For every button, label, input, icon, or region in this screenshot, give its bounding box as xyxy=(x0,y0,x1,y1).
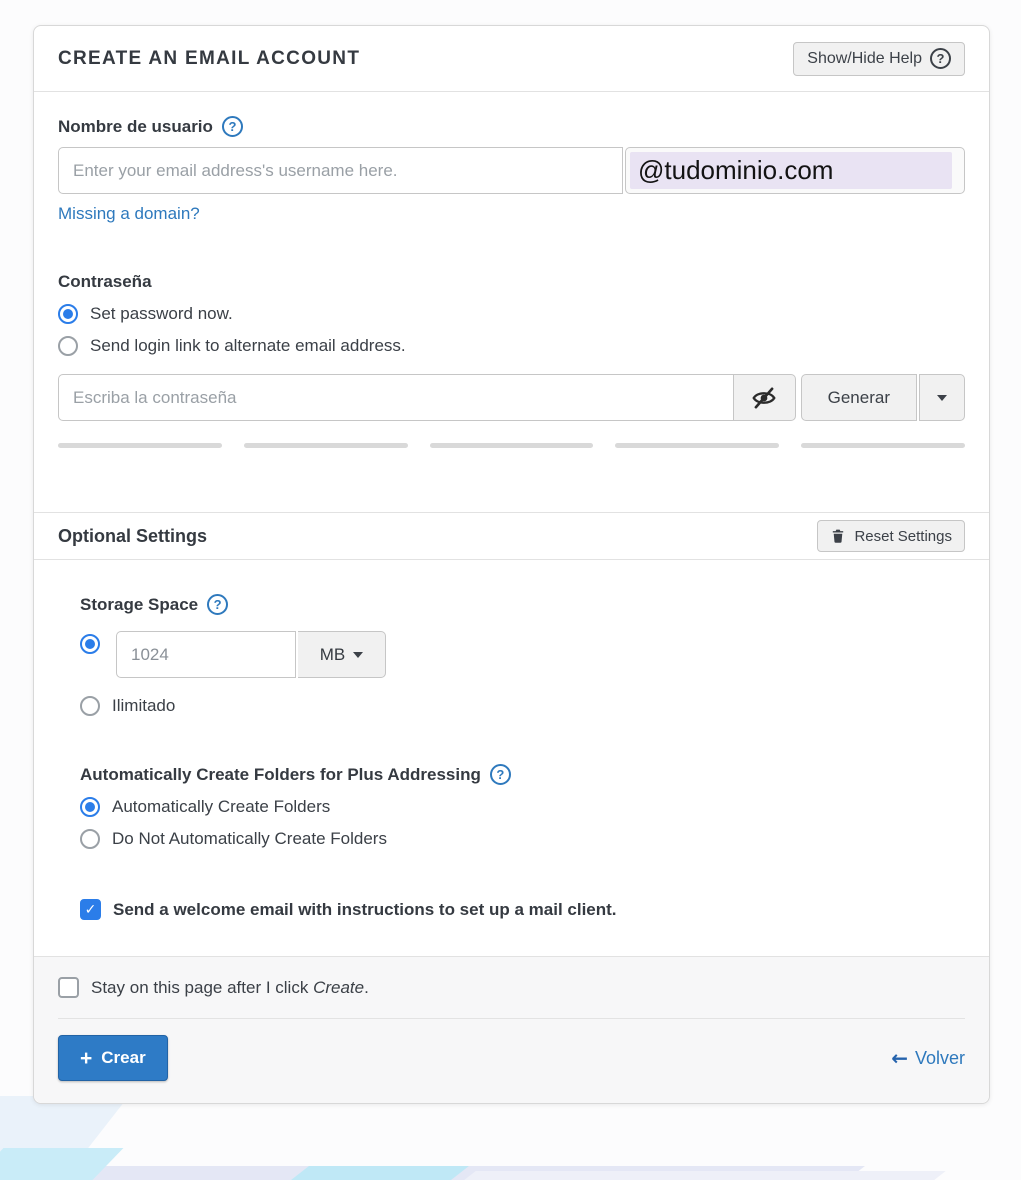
check-icon: ✓ xyxy=(85,903,97,917)
caret-down-icon xyxy=(353,652,363,658)
strength-segment xyxy=(801,443,965,448)
username-label-row: Nombre de usuario ? xyxy=(58,116,965,137)
page-title: CREATE AN EMAIL ACCOUNT xyxy=(58,48,360,70)
eye-slash-icon xyxy=(751,385,777,411)
username-input[interactable] xyxy=(58,147,623,194)
radio-set-password-now[interactable]: Set password now. xyxy=(58,304,965,324)
radio-icon[interactable] xyxy=(80,696,100,716)
back-arrow-icon: ← xyxy=(891,1048,908,1068)
username-label: Nombre de usuario xyxy=(58,117,213,137)
password-input[interactable] xyxy=(58,374,734,421)
generate-password-button[interactable]: Generar xyxy=(801,374,917,421)
help-icon[interactable]: ? xyxy=(207,594,228,615)
create-button[interactable]: + Crear xyxy=(58,1035,168,1081)
toggle-password-visibility-button[interactable] xyxy=(734,374,796,421)
radio-custom-quota[interactable] xyxy=(80,634,100,654)
radio-icon[interactable] xyxy=(80,797,100,817)
welcome-email-label: Send a welcome email with instructions t… xyxy=(113,900,617,920)
card-header: CREATE AN EMAIL ACCOUNT Show/Hide Help ? xyxy=(34,26,989,92)
domain-value: @tudominio.com xyxy=(630,152,952,189)
welcome-email-checkbox[interactable]: ✓ xyxy=(80,899,101,920)
stay-label-emphasis: Create xyxy=(313,978,364,997)
stay-label-suffix: . xyxy=(364,978,369,997)
create-button-label: Crear xyxy=(101,1048,145,1068)
strength-segment xyxy=(244,443,408,448)
plus-addressing-label-row: Automatically Create Folders for Plus Ad… xyxy=(80,764,965,785)
radio-label: Ilimitado xyxy=(112,696,175,716)
question-circle-icon: ? xyxy=(930,48,951,69)
strength-segment xyxy=(615,443,779,448)
trash-icon xyxy=(830,528,846,544)
radio-label: Do Not Automatically Create Folders xyxy=(112,829,387,849)
radio-icon[interactable] xyxy=(58,336,78,356)
password-label: Contraseña xyxy=(58,272,965,292)
storage-label-row: Storage Space ? xyxy=(80,594,965,615)
storage-quota-input[interactable] xyxy=(116,631,296,678)
strength-segment xyxy=(430,443,594,448)
strength-segment xyxy=(58,443,222,448)
stay-on-page-checkbox[interactable] xyxy=(58,977,79,998)
username-row: @tudominio.com xyxy=(58,147,965,194)
radio-icon[interactable] xyxy=(80,829,100,849)
optional-settings-body: Storage Space ? MB Ilimitado Automatical… xyxy=(34,560,989,956)
help-toggle-label: Show/Hide Help xyxy=(807,50,922,68)
generate-options-dropdown-button[interactable] xyxy=(919,374,965,421)
storage-unit-dropdown[interactable]: MB xyxy=(298,631,386,678)
plus-addressing-label: Automatically Create Folders for Plus Ad… xyxy=(80,765,481,785)
radio-send-login-link[interactable]: Send login link to alternate email addre… xyxy=(58,336,965,356)
storage-custom-row: MB xyxy=(80,631,965,678)
domain-select[interactable]: @tudominio.com xyxy=(625,147,965,194)
stay-label-prefix: Stay on this page after I click xyxy=(91,978,313,997)
radio-no-auto-create-folders[interactable]: Do Not Automatically Create Folders xyxy=(80,829,965,849)
radio-label: Send login link to alternate email addre… xyxy=(90,336,406,356)
account-section: Nombre de usuario ? @tudominio.com Missi… xyxy=(34,92,989,512)
back-link[interactable]: ← Volver xyxy=(891,1048,965,1069)
welcome-email-checkbox-row[interactable]: ✓ Send a welcome email with instructions… xyxy=(80,899,965,920)
background-shape xyxy=(291,1166,469,1180)
password-strength-meter xyxy=(58,443,965,448)
footer-actions: + Crear ← Volver xyxy=(58,1035,965,1081)
radio-label: Automatically Create Folders xyxy=(112,797,330,817)
radio-icon[interactable] xyxy=(58,304,78,324)
caret-down-icon xyxy=(937,395,947,401)
radio-label: Set password now. xyxy=(90,304,233,324)
help-icon[interactable]: ? xyxy=(490,764,511,785)
show-hide-help-button[interactable]: Show/Hide Help ? xyxy=(793,42,965,76)
stay-on-page-label: Stay on this page after I click Create. xyxy=(91,978,369,998)
help-icon[interactable]: ? xyxy=(222,116,243,137)
create-email-account-card: CREATE AN EMAIL ACCOUNT Show/Hide Help ?… xyxy=(33,25,990,1104)
reset-settings-label: Reset Settings xyxy=(854,528,952,545)
plus-icon: + xyxy=(80,1048,92,1069)
reset-settings-button[interactable]: Reset Settings xyxy=(817,520,965,552)
password-row: Generar xyxy=(58,374,965,421)
storage-label: Storage Space xyxy=(80,595,198,615)
footer-divider xyxy=(58,1018,965,1019)
optional-settings-title: Optional Settings xyxy=(58,526,207,547)
back-link-label: Volver xyxy=(915,1048,965,1069)
radio-unlimited-quota[interactable]: Ilimitado xyxy=(80,696,965,716)
optional-settings-header: Optional Settings Reset Settings xyxy=(34,512,989,560)
stay-on-page-checkbox-row[interactable]: Stay on this page after I click Create. xyxy=(58,977,965,998)
radio-auto-create-folders[interactable]: Automatically Create Folders xyxy=(80,797,965,817)
missing-domain-link[interactable]: Missing a domain? xyxy=(58,204,200,224)
card-footer: Stay on this page after I click Create. … xyxy=(34,956,989,1103)
generate-label: Generar xyxy=(828,388,890,408)
storage-unit-label: MB xyxy=(320,645,346,665)
